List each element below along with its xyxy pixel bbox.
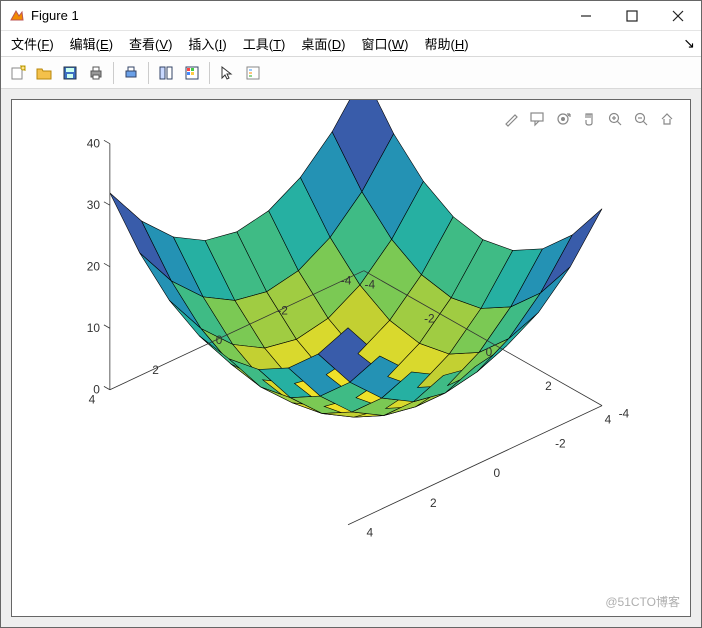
close-button[interactable] xyxy=(655,1,701,31)
svg-text:2: 2 xyxy=(545,379,552,393)
menu-insert[interactable]: 插入(I) xyxy=(188,34,226,53)
insert-legend-icon[interactable] xyxy=(242,62,264,84)
menubar: 文件(F) 编辑(E) 查看(V) 插入(I) 工具(T) 桌面(D) 窗口(W… xyxy=(1,31,701,57)
maximize-button[interactable] xyxy=(609,1,655,31)
menu-help[interactable]: 帮助(H) xyxy=(424,34,468,53)
svg-text:-4: -4 xyxy=(341,274,352,288)
new-figure-icon[interactable] xyxy=(7,62,29,84)
svg-text:-4: -4 xyxy=(365,278,376,292)
axes[interactable]: 010203040-4-2024-4-2024-4-2024 @51CTO博客 xyxy=(11,99,691,617)
menu-window[interactable]: 窗口(W) xyxy=(361,34,408,53)
link-icon[interactable] xyxy=(155,62,177,84)
minimize-button[interactable] xyxy=(563,1,609,31)
pointer-icon[interactable] xyxy=(216,62,238,84)
svg-text:10: 10 xyxy=(87,321,101,335)
toolbar xyxy=(1,57,701,89)
svg-text:0: 0 xyxy=(494,466,501,480)
svg-text:40: 40 xyxy=(87,137,101,151)
svg-text:-2: -2 xyxy=(277,303,288,317)
menu-file[interactable]: 文件(F) xyxy=(11,34,54,53)
svg-text:4: 4 xyxy=(605,412,612,426)
svg-text:4: 4 xyxy=(367,526,374,540)
titlebar: Figure 1 xyxy=(1,1,701,31)
colorbar-icon[interactable] xyxy=(181,62,203,84)
toolbar-separator xyxy=(148,62,149,84)
menu-desktop[interactable]: 桌面(D) xyxy=(301,34,345,53)
svg-text:-4: -4 xyxy=(619,407,630,421)
svg-text:-2: -2 xyxy=(555,436,566,450)
svg-text:20: 20 xyxy=(87,260,101,274)
svg-text:30: 30 xyxy=(87,198,101,212)
dock-arrow-icon[interactable]: ↘ xyxy=(683,35,695,52)
toolbar-separator xyxy=(209,62,210,84)
print-icon[interactable] xyxy=(85,62,107,84)
open-icon[interactable] xyxy=(33,62,55,84)
svg-text:2: 2 xyxy=(430,496,437,510)
toolbar-separator xyxy=(113,62,114,84)
menu-tools[interactable]: 工具(T) xyxy=(243,34,286,53)
svg-text:0: 0 xyxy=(486,345,493,359)
print-preview-icon[interactable] xyxy=(120,62,142,84)
figure-area: 010203040-4-2024-4-2024-4-2024 @51CTO博客 xyxy=(1,89,701,627)
watermark: @51CTO博客 xyxy=(605,593,680,610)
surface-plot: 010203040-4-2024-4-2024-4-2024 xyxy=(12,100,690,616)
menu-view[interactable]: 查看(V) xyxy=(129,34,172,53)
window-title: Figure 1 xyxy=(31,8,563,23)
svg-text:2: 2 xyxy=(152,363,159,377)
svg-text:4: 4 xyxy=(89,393,96,407)
save-icon[interactable] xyxy=(59,62,81,84)
svg-text:-2: -2 xyxy=(424,311,435,325)
svg-text:0: 0 xyxy=(216,333,223,347)
matlab-logo-icon xyxy=(9,8,25,24)
menu-edit[interactable]: 编辑(E) xyxy=(70,34,113,53)
